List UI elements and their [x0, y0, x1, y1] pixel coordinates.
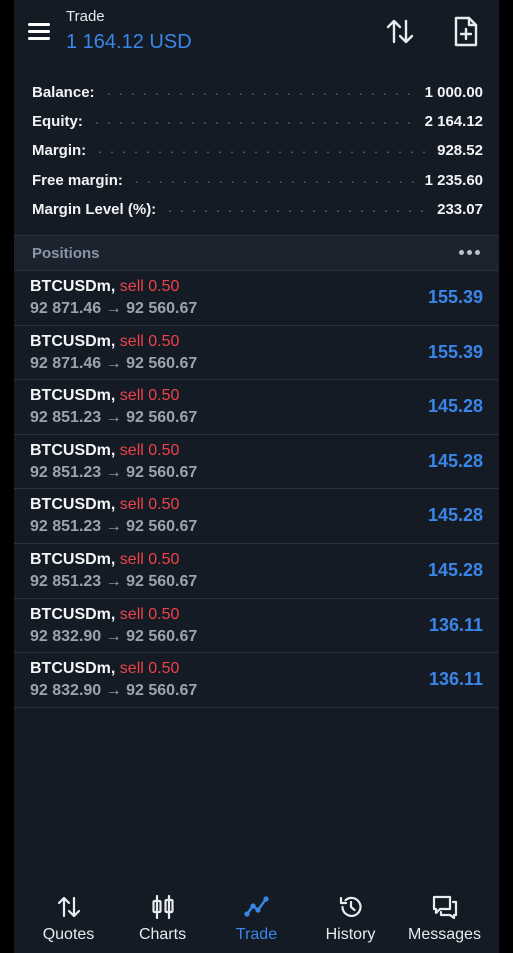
- position-profit: 145.28: [427, 559, 483, 580]
- position-symbol: BTCUSDm, sell 0.50: [30, 660, 180, 678]
- account-summary: Balance: 1 000.00 Equity: 2 164.12 Margi…: [14, 78, 499, 224]
- position-profit: 155.39: [427, 341, 483, 362]
- dotted-leader: [94, 151, 430, 154]
- position-profit: 136.11: [428, 669, 483, 690]
- page-title: Trade: [66, 8, 105, 25]
- position-side: sell 0.50: [119, 332, 180, 350]
- dotted-leader: [102, 93, 417, 96]
- summary-row-equity: Equity: 2 164.12: [14, 107, 499, 136]
- position-symbol: BTCUSDm, sell 0.50: [30, 387, 180, 405]
- dotted-leader: [164, 209, 430, 212]
- messages-icon: [432, 895, 458, 920]
- sort-icon: [386, 19, 414, 44]
- nav-history[interactable]: History: [302, 880, 399, 953]
- position-prices: 92 871.46 → 92 560.67: [30, 300, 198, 317]
- position-row[interactable]: BTCUSDm, sell 0.50 92 832.90 → 92 560.67…: [14, 599, 499, 654]
- position-symbol: BTCUSDm, sell 0.50: [30, 441, 180, 459]
- position-prices: 92 851.23 → 92 560.67: [30, 572, 198, 590]
- trade-screen: Trade 1 164.12 USD Balance: 1 000.00 Equ…: [14, 0, 499, 953]
- position-side: sell 0.50: [119, 441, 180, 459]
- summary-value: 2 164.12: [424, 113, 483, 131]
- summary-value: 1 235.60: [424, 171, 483, 189]
- summary-row-free-margin: Free margin: 1 235.60: [14, 166, 499, 195]
- summary-label: Balance:: [32, 84, 95, 102]
- history-icon: [339, 896, 362, 917]
- summary-value: 928.52: [437, 142, 483, 160]
- nav-label: Charts: [138, 926, 187, 943]
- quotes-icon: [57, 896, 81, 918]
- position-symbol: BTCUSDm, sell 0.50: [30, 332, 180, 350]
- menu-button[interactable]: [26, 20, 52, 44]
- nav-label: Quotes: [42, 926, 95, 943]
- nav-label: History: [325, 926, 376, 943]
- more-options-button[interactable]: [459, 246, 481, 258]
- position-row[interactable]: BTCUSDm, sell 0.50 92 871.46 → 92 560.67…: [14, 326, 499, 381]
- position-row[interactable]: BTCUSDm, sell 0.50 92 851.23 → 92 560.67…: [14, 435, 499, 490]
- positions-title: Positions: [32, 245, 100, 262]
- position-side: sell 0.50: [119, 278, 180, 295]
- menu-icon: [28, 23, 50, 26]
- position-symbol: BTCUSDm, sell 0.50: [30, 550, 180, 568]
- sort-button[interactable]: [382, 14, 418, 50]
- position-profit: 145.28: [427, 505, 483, 526]
- position-prices: 92 871.46 → 92 560.67: [30, 354, 198, 372]
- summary-value: 1 000.00: [424, 84, 483, 102]
- summary-row-balance: Balance: 1 000.00: [14, 78, 499, 107]
- position-row[interactable]: BTCUSDm, sell 0.50 92 851.23 → 92 560.67…: [14, 489, 499, 544]
- position-prices: 92 832.90 → 92 560.67: [30, 627, 198, 645]
- position-row[interactable]: BTCUSDm, sell 0.50 92 871.46 → 92 560.67…: [14, 271, 499, 326]
- positions-list: BTCUSDm, sell 0.50 92 871.46 → 92 560.67…: [14, 271, 499, 708]
- summary-label: Free margin:: [32, 171, 123, 189]
- position-symbol: BTCUSDm, sell 0.50: [30, 278, 180, 295]
- position-symbol: BTCUSDm, sell 0.50: [30, 605, 180, 623]
- position-side: sell 0.50: [119, 387, 180, 405]
- nav-trade[interactable]: Trade: [208, 880, 305, 953]
- nav-quotes[interactable]: Quotes: [20, 880, 117, 953]
- bottom-nav: Quotes Charts Trade History Messages: [14, 880, 499, 953]
- new-document-icon: [454, 16, 478, 47]
- position-side: sell 0.50: [119, 605, 180, 623]
- positions-header: Positions: [14, 236, 499, 270]
- position-row[interactable]: BTCUSDm, sell 0.50 92 832.90 → 92 560.67…: [14, 653, 499, 708]
- position-profit: 145.28: [427, 450, 483, 471]
- position-prices: 92 851.23 → 92 560.67: [30, 409, 198, 427]
- position-row[interactable]: BTCUSDm, sell 0.50 92 851.23 → 92 560.67…: [14, 380, 499, 435]
- position-side: sell 0.50: [119, 660, 180, 678]
- position-prices: 92 832.90 → 92 560.67: [30, 682, 198, 700]
- nav-messages[interactable]: Messages: [396, 880, 493, 953]
- position-side: sell 0.50: [119, 496, 180, 514]
- nav-label: Trade: [235, 926, 278, 943]
- summary-row-margin: Margin: 928.52: [14, 136, 499, 165]
- position-prices: 92 851.23 → 92 560.67: [30, 518, 198, 536]
- position-profit: 136.11: [428, 614, 483, 635]
- nav-label: Messages: [408, 926, 481, 943]
- position-profit: 155.39: [427, 287, 483, 307]
- position-profit: 145.28: [427, 396, 483, 417]
- new-order-button[interactable]: [448, 14, 484, 50]
- summary-row-margin-level: Margin Level (%): 233.07: [14, 195, 499, 224]
- position-row[interactable]: BTCUSDm, sell 0.50 92 851.23 → 92 560.67…: [14, 544, 499, 599]
- dotted-leader: [90, 122, 417, 125]
- summary-label: Margin Level (%):: [32, 200, 157, 218]
- dotted-leader: [130, 180, 417, 183]
- charts-icon: [152, 894, 174, 920]
- trade-icon: [244, 896, 269, 917]
- position-symbol: BTCUSDm, sell 0.50: [30, 496, 180, 514]
- nav-charts[interactable]: Charts: [114, 880, 211, 953]
- summary-label: Margin:: [32, 142, 87, 160]
- header-balance: 1 164.12 USD: [66, 31, 192, 53]
- position-side: sell 0.50: [119, 550, 180, 568]
- app-header: Trade 1 164.12 USD: [14, 0, 499, 66]
- position-prices: 92 851.23 → 92 560.67: [30, 463, 198, 481]
- summary-value: 233.07: [437, 200, 483, 218]
- summary-label: Equity:: [32, 113, 83, 131]
